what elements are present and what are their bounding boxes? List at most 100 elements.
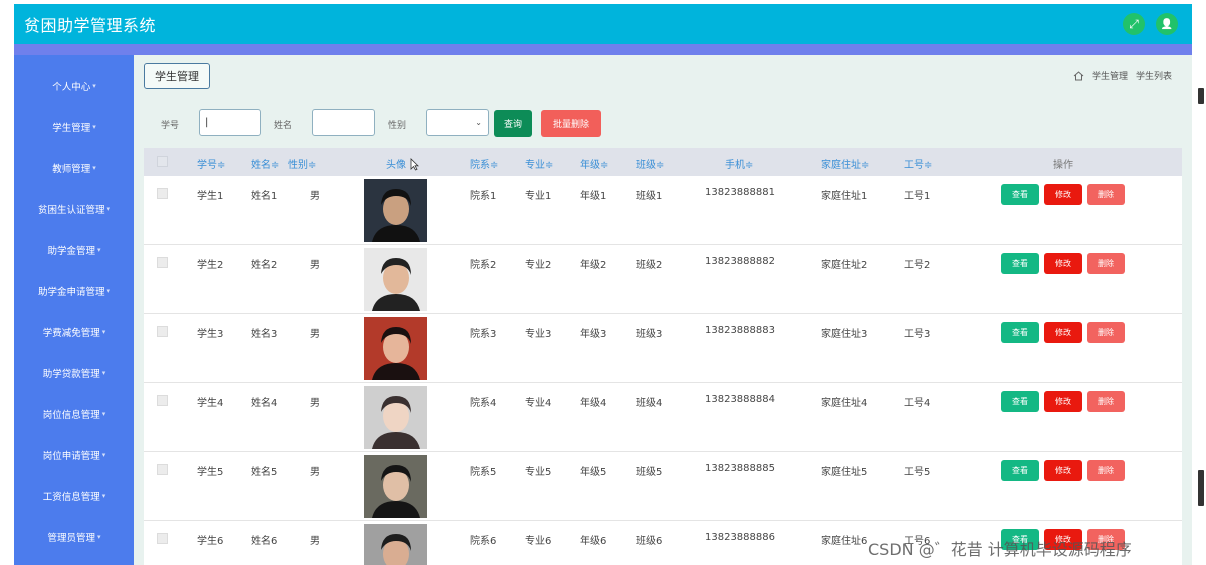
cell-phone: 13823888886 [705,532,775,543]
cell-grade: 年级2 [580,260,607,271]
cell-job-no: 工号3 [904,329,931,340]
delete-button[interactable]: 删除 [1087,184,1125,205]
cell-student-no: 学生2 [197,260,224,271]
cell-phone: 13823888885 [705,463,775,474]
cell-major: 专业3 [525,329,552,340]
col-grade[interactable]: 年级≑ [580,156,608,171]
delete-button[interactable]: 删除 [1087,253,1125,274]
cell-klass: 班级4 [636,398,663,409]
cell-grade: 年级4 [580,398,607,409]
query-button[interactable]: 查询 [494,110,532,137]
view-button[interactable]: 查看 [1001,391,1039,412]
cell-name: 姓名1 [251,191,278,202]
cell-name: 姓名4 [251,398,278,409]
cell-name: 姓名6 [251,536,278,547]
sidebar-item-admin-management[interactable]: 管理员管理 ▾ [14,527,134,547]
sidebar-item-poverty-certification[interactable]: 贫困生认证管理 ▾ [14,199,134,219]
tab-student-management[interactable]: 学生管理 [144,63,210,89]
cell-gender: 男 [310,260,320,271]
col-job-no[interactable]: 工号≑ [904,156,932,171]
cell-phone: 13823888883 [705,325,775,336]
sidebar-item-salary-info[interactable]: 工资信息管理 ▾ [14,486,134,506]
cell-klass: 班级2 [636,260,663,271]
chevron-down-icon: ⌄ [475,118,482,127]
cell-grade: 年级6 [580,536,607,547]
view-button[interactable]: 查看 [1001,253,1039,274]
row-checkbox[interactable] [157,533,168,544]
row-checkbox[interactable] [157,257,168,268]
chevron-down-icon: ▾ [101,369,106,377]
cell-major: 专业2 [525,260,552,271]
batch-delete-button[interactable]: 批量删除 [541,110,601,137]
edit-button[interactable]: 修改 [1044,322,1082,343]
fullscreen-icon[interactable]: ⤢ [1123,13,1145,35]
col-major[interactable]: 专业≑ [525,156,553,171]
cell-faculty: 院系2 [470,260,497,271]
col-faculty[interactable]: 院系≑ [470,156,498,171]
sidebar-item-tuition-reduction[interactable]: 学费减免管理 ▾ [14,322,134,342]
scrollbar-thumb-lower[interactable] [1198,470,1204,506]
sidebar-item-label: 个人中心 [52,82,91,93]
cell-grade: 年级3 [580,329,607,340]
avatar [364,524,427,565]
student-no-input[interactable]: | [199,109,261,136]
delete-button[interactable]: 删除 [1087,391,1125,412]
chevron-down-icon: ▾ [101,328,106,336]
delete-button[interactable]: 删除 [1087,460,1125,481]
col-student-no[interactable]: 学号≑ [197,156,225,171]
row-checkbox[interactable] [157,464,168,475]
view-button[interactable]: 查看 [1001,460,1039,481]
sidebar-item-student-management[interactable]: 学生管理 ▾ [14,117,134,137]
col-name[interactable]: 姓名≑ [251,156,279,171]
col-gender[interactable]: 性别≑ [288,156,316,171]
row-checkbox[interactable] [157,326,168,337]
col-address[interactable]: 家庭住址≑ [821,156,869,171]
row-checkbox[interactable] [157,188,168,199]
user-icon[interactable]: 👤 [1156,13,1178,35]
sidebar-item-label: 助学金申请管理 [37,287,105,298]
sidebar-item-teacher-management[interactable]: 教师管理 ▾ [14,158,134,178]
cell-address: 家庭住址4 [821,398,868,409]
chevron-down-icon: ▾ [92,123,96,131]
view-button[interactable]: 查看 [1001,184,1039,205]
home-icon[interactable] [1073,70,1084,81]
app-window: 贫困助学管理系统 ⤢ 👤 个人中心 ▾ 学生管理 ▾ 教师管理 ▾ 贫困生认证管理 ▾ … [0,0,1206,565]
sidebar-item-student-loan[interactable]: 助学贷款管理 ▾ [14,363,134,383]
sidebar-item-grant-application[interactable]: 助学金申请管理 ▾ [14,281,134,301]
cell-klass: 班级3 [636,329,663,340]
mouse-cursor-icon [410,158,419,171]
view-button[interactable]: 查看 [1001,322,1039,343]
edit-button[interactable]: 修改 [1044,391,1082,412]
cell-gender: 男 [310,467,320,478]
edit-button[interactable]: 修改 [1044,460,1082,481]
sidebar-item-job-application[interactable]: 岗位申请管理 ▾ [14,445,134,465]
row-checkbox[interactable] [157,395,168,406]
cell-klass: 班级6 [636,536,663,547]
edit-button[interactable]: 修改 [1044,253,1082,274]
table-row: 学生3 姓名3 男 院系3 专业3 年级3 班级3 13823888883 家庭住址3 工号3 查看… [144,314,1182,383]
sidebar-item-grant-management[interactable]: 助学金管理 ▾ [14,240,134,260]
breadcrumb-item[interactable]: 学生管理 [1092,69,1128,82]
cell-major: 专业1 [525,191,552,202]
edit-button[interactable]: 修改 [1044,184,1082,205]
cell-grade: 年级5 [580,467,607,478]
cell-address: 家庭住址5 [821,467,868,478]
scrollbar-thumb[interactable] [1198,88,1204,104]
cell-phone: 13823888881 [705,187,775,198]
cell-student-no: 学生4 [197,398,224,409]
sidebar-item-label: 学生管理 [52,123,91,134]
col-phone[interactable]: 手机≑ [725,156,753,171]
name-input[interactable] [312,109,375,136]
cell-job-no: 工号5 [904,467,931,478]
cell-name: 姓名3 [251,329,278,340]
avatar [364,248,427,311]
cell-faculty: 院系5 [470,467,497,478]
gender-select[interactable]: ⌄ [426,109,489,136]
sidebar-item-job-info[interactable]: 岗位信息管理 ▾ [14,404,134,424]
sidebar-item-personal-center[interactable]: 个人中心 ▾ [14,76,134,96]
cell-address: 家庭住址2 [821,260,868,271]
gender-label: 性别 [388,121,407,131]
col-class[interactable]: 班级≑ [636,156,664,171]
delete-button[interactable]: 删除 [1087,322,1125,343]
select-all-checkbox[interactable] [157,156,168,167]
